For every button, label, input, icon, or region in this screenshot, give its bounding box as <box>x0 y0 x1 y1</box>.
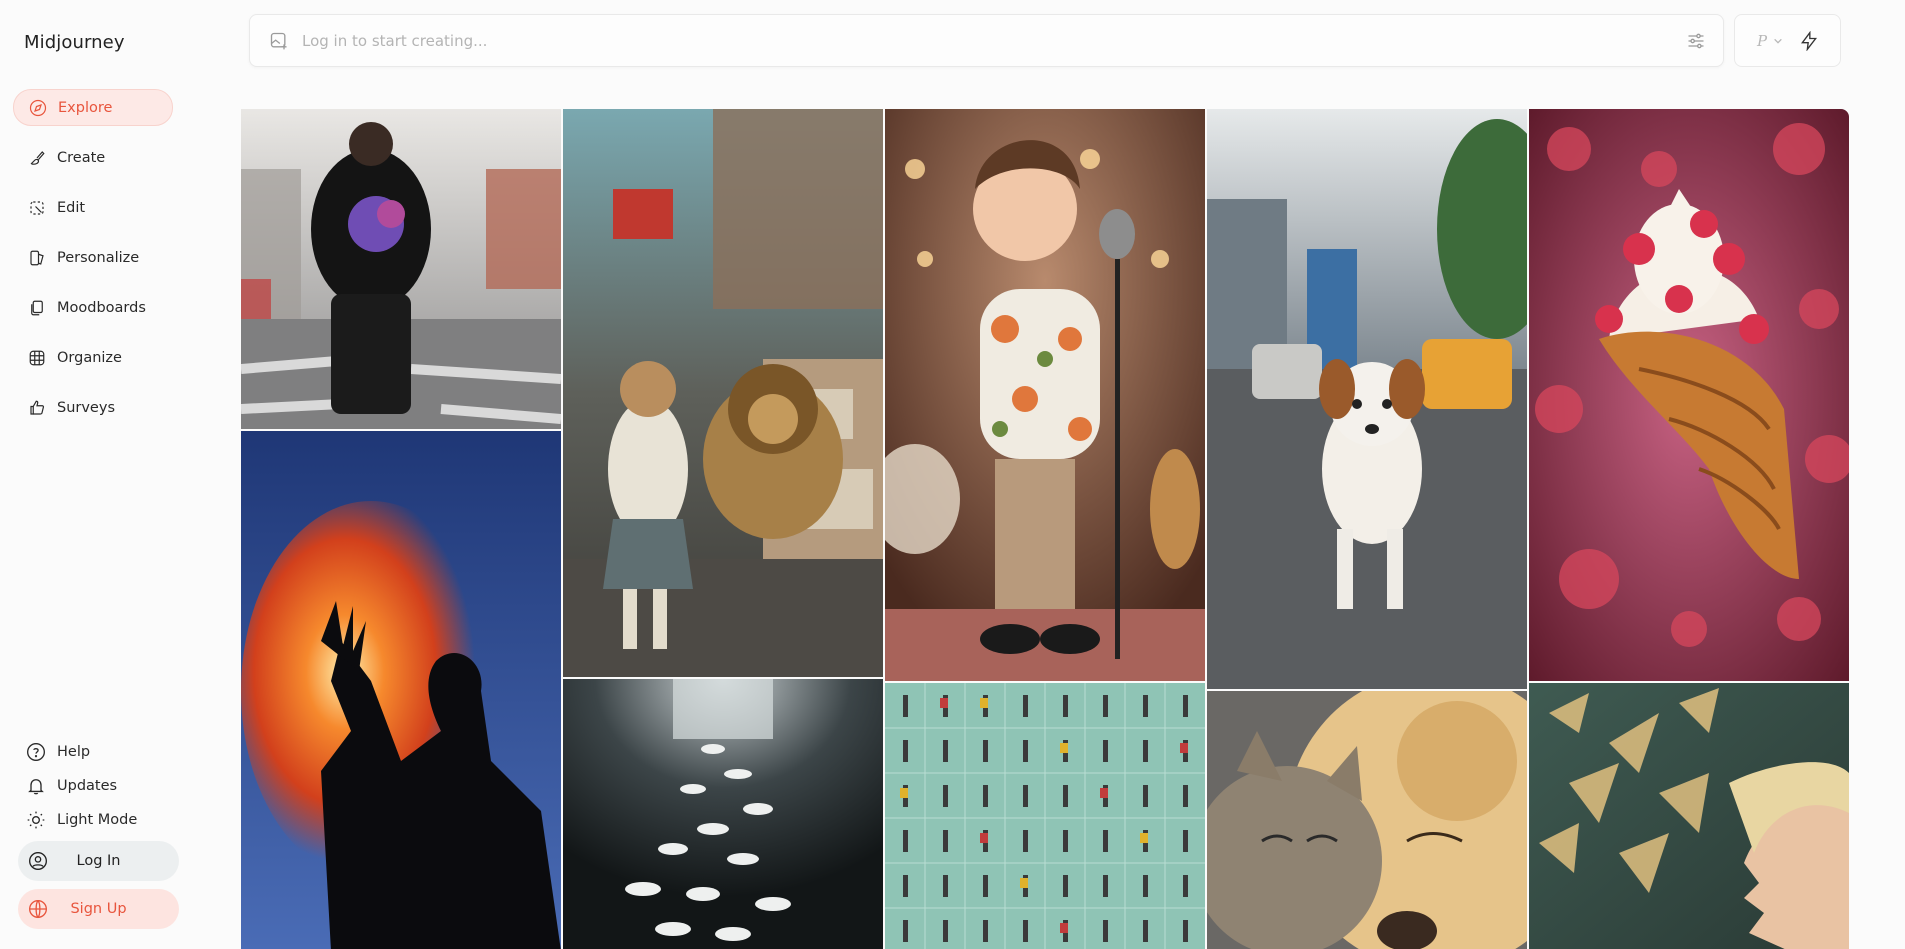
sidebar-item-moodboards[interactable]: Moodboards <box>13 289 173 326</box>
brush-icon <box>27 148 47 168</box>
help-label: Help <box>57 744 91 760</box>
gallery-image[interactable] <box>1207 109 1527 689</box>
lightning-icon[interactable] <box>1799 30 1821 52</box>
gallery-image[interactable] <box>241 109 561 429</box>
gallery-image[interactable] <box>885 683 1205 949</box>
globe-icon <box>27 898 49 920</box>
speed-mode-label: P <box>1757 31 1768 50</box>
sidebar-item-label: Edit <box>57 199 86 216</box>
chevron-down-icon <box>1773 35 1785 47</box>
sidebar-item-organize[interactable]: Organize <box>13 339 173 376</box>
gallery-image[interactable] <box>241 431 561 949</box>
help-link[interactable]: Help <box>25 735 185 769</box>
gallery-image[interactable] <box>885 109 1205 681</box>
prompt-bar <box>249 14 1724 67</box>
updates-label: Updates <box>57 778 118 794</box>
sidebar-item-personalize[interactable]: Personalize <box>13 239 173 276</box>
personalize-icon <box>27 248 47 268</box>
help-icon <box>25 741 47 763</box>
sidebar-item-label: Personalize <box>57 249 140 266</box>
sidebar-item-label: Surveys <box>57 399 115 416</box>
signup-button[interactable]: Sign Up <box>18 889 179 929</box>
gallery-image[interactable] <box>1529 109 1849 681</box>
sidebar-item-surveys[interactable]: Surveys <box>13 389 173 426</box>
compass-icon <box>28 98 48 118</box>
sidebar-item-explore[interactable]: Explore <box>13 89 173 126</box>
sidebar: Midjourney Explore Create Edit Personali… <box>0 0 195 949</box>
app-logo[interactable]: Midjourney <box>24 32 125 53</box>
sidebar-item-edit[interactable]: Edit <box>13 189 173 226</box>
updates-link[interactable]: Updates <box>25 769 185 803</box>
sidebar-bottom-links: Help Updates Light Mode <box>25 735 185 837</box>
sidebar-item-create[interactable]: Create <box>13 139 173 176</box>
login-button[interactable]: Log In <box>18 841 179 881</box>
edit-icon <box>27 198 47 218</box>
light-mode-label: Light Mode <box>57 812 138 828</box>
light-mode-toggle[interactable]: Light Mode <box>25 803 185 837</box>
gallery-image[interactable] <box>1529 683 1849 949</box>
sidebar-nav: Explore Create Edit Personalize Moodboar… <box>13 89 173 439</box>
sidebar-item-label: Create <box>57 149 106 166</box>
user-circle-icon <box>27 850 49 872</box>
moodboard-icon <box>27 298 47 318</box>
grid-icon <box>27 348 47 368</box>
thumbs-up-icon <box>27 398 47 418</box>
gallery-image[interactable] <box>1207 691 1527 949</box>
gallery-image[interactable] <box>563 109 883 677</box>
login-label: Log In <box>76 853 121 869</box>
sidebar-item-label: Explore <box>58 99 113 116</box>
settings-sliders-icon[interactable] <box>1685 30 1707 52</box>
sun-icon <box>25 809 47 831</box>
prompt-input[interactable] <box>302 31 1685 50</box>
signup-label: Sign Up <box>70 901 127 917</box>
bell-icon <box>25 775 47 797</box>
sidebar-item-label: Organize <box>57 349 122 366</box>
add-image-icon[interactable] <box>268 30 290 52</box>
gallery-image[interactable] <box>563 679 883 949</box>
sidebar-item-label: Moodboards <box>57 299 146 316</box>
speed-selector[interactable]: P <box>1734 14 1841 67</box>
